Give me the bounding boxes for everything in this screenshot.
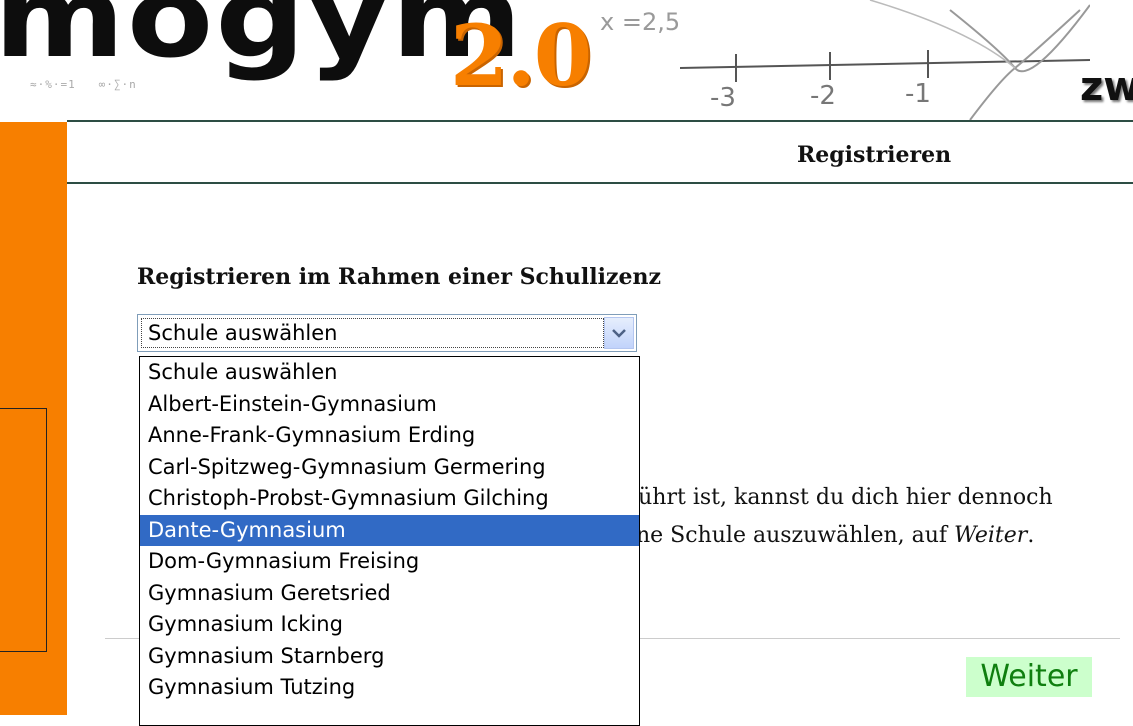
- dropdown-option[interactable]: Schule auswählen: [140, 357, 639, 389]
- dropdown-option[interactable]: Anne-Frank-Gymnasium Erding: [140, 420, 639, 452]
- header-divider: [67, 182, 1133, 184]
- info-text-line2-emphasis: Weiter: [954, 523, 1028, 548]
- axis-label-neg2: -2: [810, 81, 836, 111]
- site-logo-version: 2.0: [450, 6, 592, 105]
- dropdown-option-highlighted[interactable]: Dante-Gymnasium: [140, 514, 639, 546]
- info-text-line2-end: .: [1027, 523, 1035, 548]
- banner-formula: x =2,5: [600, 8, 681, 36]
- dropdown-option[interactable]: Dom-Gymnasium Freising: [140, 546, 639, 578]
- info-text-line2-start: ne Schule auszuwählen, auf: [636, 523, 955, 548]
- school-select-value: Schule auswählen: [141, 318, 604, 348]
- next-button[interactable]: Weiter: [966, 657, 1092, 697]
- dropdown-option[interactable]: Carl-Spitzweg-Gymnasium Germering: [140, 452, 639, 484]
- dropdown-option[interactable]: Gymnasium Geretsried: [140, 578, 639, 610]
- site-banner: mogym 2.0 x =2,5 ≈·%·=1 ∞·∑·n -3 -2 -1 z…: [0, 0, 1133, 121]
- page-title: Registrieren: [797, 142, 952, 168]
- section-title: Registrieren im Rahmen einer Schullizenz: [137, 264, 661, 290]
- dropdown-option[interactable]: Gymnasium Starnberg: [140, 641, 639, 673]
- banner-corner-text: zw: [1080, 64, 1133, 110]
- info-text-line2: ne Schule auszuwählen, auf Weiter.: [636, 523, 1034, 548]
- chevron-down-icon: [612, 329, 626, 338]
- info-text-line1: führt ist, kannst du dich hier dennoch: [630, 485, 1053, 510]
- dropdown-option[interactable]: Gymnasium Tutzing: [140, 672, 639, 704]
- banner-graph-decoration: -3 -2 -1: [679, 0, 1090, 121]
- dropdown-option[interactable]: Albert-Einstein-Gymnasium: [140, 389, 639, 421]
- sidebar: [0, 122, 67, 715]
- dropdown-option[interactable]: Christoph-Probst-Gymnasium Gilching: [140, 483, 639, 515]
- school-select[interactable]: Schule auswählen: [137, 314, 637, 352]
- dropdown-option[interactable]: Gymnasium Icking: [140, 609, 639, 641]
- sidebar-panel: [0, 408, 47, 652]
- axis-label-neg1: -1: [905, 79, 931, 109]
- school-dropdown-list[interactable]: Schule auswählen Albert-Einstein-Gymnasi…: [139, 356, 640, 726]
- banner-scribble-decoration: ≈·%·=1 ∞·∑·n: [30, 78, 137, 91]
- axis-label-neg3: -3: [710, 83, 736, 113]
- banner-divider: [67, 120, 1133, 122]
- dropdown-arrow-button[interactable]: [604, 317, 634, 349]
- site-logo-text: mogym: [0, 0, 525, 83]
